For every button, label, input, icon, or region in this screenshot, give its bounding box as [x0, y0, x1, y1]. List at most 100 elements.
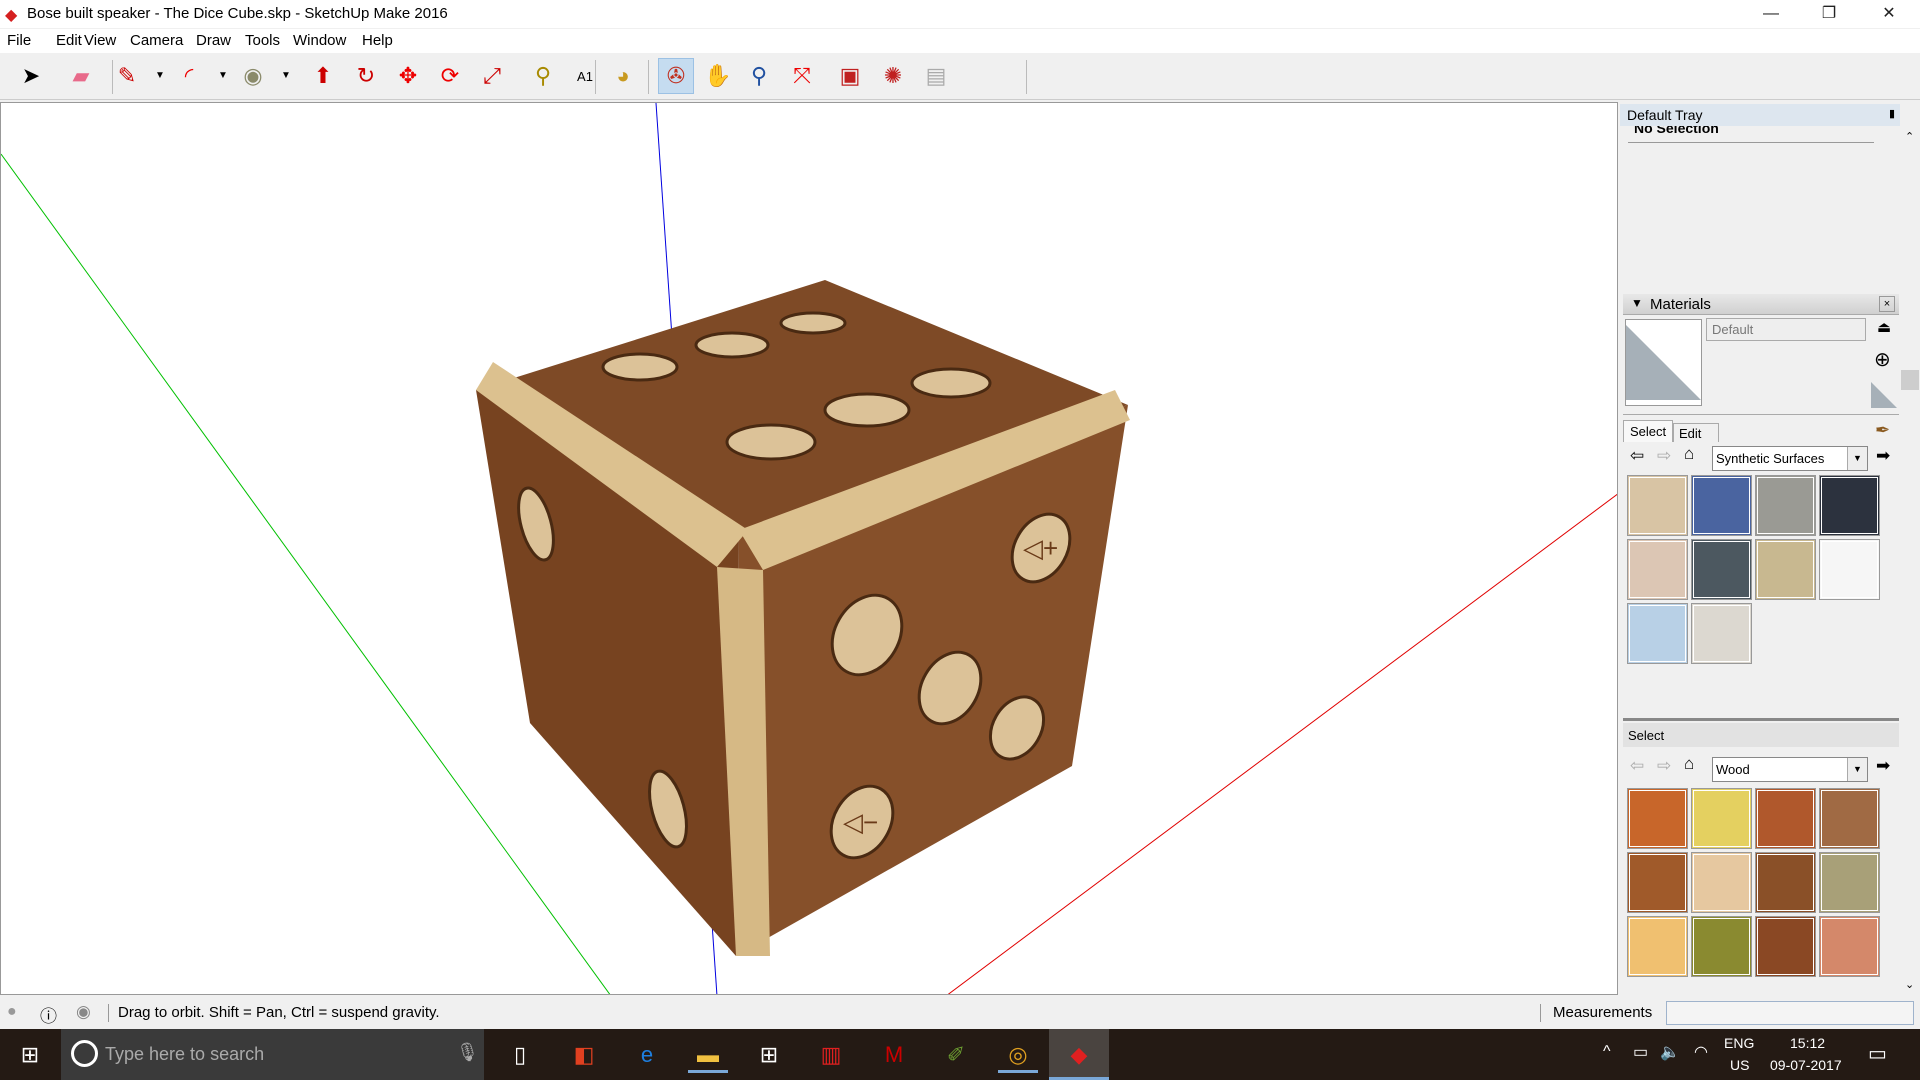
region-label[interactable]: US: [1730, 1057, 1749, 1073]
show-hidden-icons-chevron-icon[interactable]: ^: [1603, 1043, 1611, 1061]
menu-draw[interactable]: Draw: [196, 32, 231, 49]
taskbar-reader-button[interactable]: ▥: [811, 1037, 851, 1073]
tray-scrollbar[interactable]: ⌃ ⌄: [1900, 102, 1920, 995]
taskbar-store-button[interactable]: ⊞: [749, 1037, 789, 1073]
taskbar-chrome-button[interactable]: ◎: [998, 1037, 1038, 1073]
home-icon[interactable]: ⌂: [1684, 754, 1694, 774]
material-swatch[interactable]: [1755, 852, 1816, 913]
material-swatch[interactable]: [1819, 852, 1880, 913]
material-swatch[interactable]: [1691, 539, 1752, 600]
info-icon[interactable]: ⓘ: [40, 1002, 57, 1027]
back-arrow-icon[interactable]: ⇦: [1630, 446, 1644, 466]
microphone-icon[interactable]: 🎙: [456, 1042, 479, 1063]
materials-close-button[interactable]: ×: [1879, 296, 1895, 312]
forward-arrow-icon[interactable]: ⇨: [1657, 446, 1671, 466]
taskbar-paint-button[interactable]: ✐: [936, 1037, 976, 1073]
chevron-down-icon[interactable]: ▼: [1847, 447, 1867, 470]
close-button[interactable]: ✕: [1860, 0, 1918, 28]
taskbar-app-red-button[interactable]: ◧: [564, 1037, 604, 1073]
material-swatch[interactable]: [1755, 539, 1816, 600]
material-swatch[interactable]: [1819, 788, 1880, 849]
zoom-tool-button[interactable]: ⚲: [741, 58, 777, 94]
material-swatch[interactable]: [1627, 916, 1688, 977]
search-box[interactable]: Type here to search 🎙: [61, 1029, 484, 1080]
material-swatch[interactable]: [1691, 603, 1752, 664]
chevron-down-icon[interactable]: ▼: [281, 70, 291, 81]
scale-tool-button[interactable]: ⤢: [474, 58, 510, 94]
material-swatch[interactable]: [1819, 539, 1880, 600]
pin-icon[interactable]: ▮: [1889, 107, 1895, 120]
home-icon[interactable]: ⌂: [1684, 444, 1694, 464]
geo-location-icon[interactable]: ●: [7, 1003, 17, 1021]
taskbar-file-explorer-button[interactable]: ▬: [688, 1037, 728, 1073]
material-swatch[interactable]: [1627, 852, 1688, 913]
select-tool-button[interactable]: ➤: [13, 58, 49, 94]
material-swatch[interactable]: [1819, 916, 1880, 977]
material-swatch[interactable]: [1691, 788, 1752, 849]
battery-icon[interactable]: ▭: [1633, 1042, 1648, 1062]
tab-select[interactable]: Select: [1623, 420, 1673, 442]
library-dropdown[interactable]: Synthetic Surfaces ▼: [1712, 446, 1868, 471]
clock-time[interactable]: 15:12: [1790, 1035, 1825, 1051]
details-arrow-icon[interactable]: ➡: [1876, 446, 1890, 466]
windows-start-icon[interactable]: ⊞: [10, 1037, 50, 1073]
taskbar-sketchup-button[interactable]: ◆: [1049, 1029, 1109, 1080]
menu-tools[interactable]: Tools: [245, 32, 280, 49]
forward-arrow-icon[interactable]: ⇨: [1657, 756, 1671, 776]
material-name-field[interactable]: Default: [1706, 318, 1866, 341]
model-canvas[interactable]: ◁+ ◁−: [1, 103, 1618, 995]
pan-tool-button[interactable]: ✋: [700, 58, 736, 94]
chevron-down-icon[interactable]: ▼: [1847, 758, 1867, 781]
chevron-down-icon[interactable]: ▼: [218, 70, 228, 81]
menu-view[interactable]: View: [84, 32, 116, 49]
push-pull-tool-button[interactable]: ⬆: [305, 58, 341, 94]
measurements-field[interactable]: [1666, 1001, 1914, 1025]
line-tool-button[interactable]: ✎: [109, 58, 145, 94]
dice-cube-model[interactable]: ◁+ ◁−: [476, 280, 1130, 956]
wifi-icon[interactable]: ◠: [1694, 1042, 1708, 1062]
material-swatch[interactable]: [1691, 852, 1752, 913]
back-arrow-icon[interactable]: ⇦: [1630, 756, 1644, 776]
material-swatch[interactable]: [1627, 788, 1688, 849]
create-material-icon[interactable]: ⊕: [1874, 347, 1891, 372]
eraser-tool-button[interactable]: ▰: [63, 58, 99, 94]
arc-tool-button[interactable]: ◜: [171, 58, 207, 94]
material-swatch[interactable]: [1755, 475, 1816, 536]
circle-tool-button[interactable]: ◉: [235, 58, 271, 94]
layout-button-button[interactable]: ▤: [918, 58, 954, 94]
follow-me-tool-button[interactable]: ↻: [348, 58, 384, 94]
paint-bucket-tool-button[interactable]: ◕: [605, 58, 641, 94]
menu-window[interactable]: Window: [293, 32, 346, 49]
material-swatch[interactable]: [1755, 916, 1816, 977]
details-arrow-icon[interactable]: ➡: [1876, 756, 1890, 776]
rotate-tool-button[interactable]: ⟳: [432, 58, 468, 94]
action-center-icon[interactable]: ▭: [1868, 1041, 1887, 1066]
default-material-swatch[interactable]: [1871, 382, 1897, 408]
3d-viewport[interactable]: ◁+ ◁−: [0, 102, 1618, 995]
material-swatch[interactable]: [1627, 603, 1688, 664]
sample-paint-icon[interactable]: ✒: [1875, 420, 1890, 441]
material-swatch[interactable]: [1819, 475, 1880, 536]
material-swatch[interactable]: [1627, 539, 1688, 600]
display-secondary-pane-icon[interactable]: ⏏: [1877, 318, 1891, 336]
menu-camera[interactable]: Camera: [130, 32, 183, 49]
scroll-thumb[interactable]: [1901, 370, 1919, 390]
extension-warehouse-button-button[interactable]: ✺: [875, 58, 911, 94]
menu-file[interactable]: File: [7, 32, 31, 49]
chevron-down-icon[interactable]: ▼: [155, 70, 165, 81]
orbit-tool-button[interactable]: ✇: [658, 58, 694, 94]
volume-icon[interactable]: 🔈: [1660, 1042, 1680, 1062]
taskbar-edge-button[interactable]: e: [627, 1037, 667, 1073]
menu-help[interactable]: Help: [362, 32, 393, 49]
tape-measure-tool-button[interactable]: ⚲: [525, 58, 561, 94]
clock-date[interactable]: 09-07-2017: [1770, 1057, 1842, 1073]
collapse-triangle-icon[interactable]: ▼: [1631, 296, 1643, 310]
minimize-button[interactable]: —: [1742, 0, 1800, 28]
scroll-down-icon[interactable]: ⌄: [1905, 978, 1914, 991]
material-swatch[interactable]: [1691, 475, 1752, 536]
move-tool-button[interactable]: ✥: [390, 58, 426, 94]
menu-edit[interactable]: Edit: [56, 32, 82, 49]
material-swatch[interactable]: [1691, 916, 1752, 977]
materials-header[interactable]: ▼ Materials ×: [1623, 294, 1899, 315]
secondary-library-dropdown[interactable]: Wood ▼: [1712, 757, 1868, 782]
